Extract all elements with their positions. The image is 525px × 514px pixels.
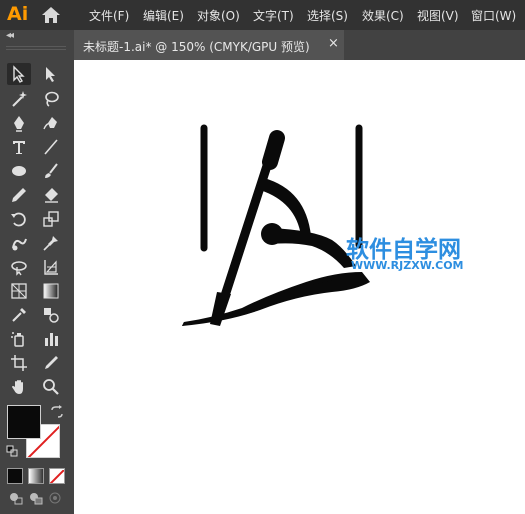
ellipse-tool[interactable] bbox=[7, 160, 31, 182]
eraser-tool-icon bbox=[45, 188, 58, 203]
scale-tool[interactable] bbox=[39, 208, 63, 230]
rotate-tool[interactable] bbox=[7, 208, 31, 230]
menu-file[interactable]: 文件(F) bbox=[89, 7, 129, 24]
app-logo: Ai bbox=[7, 3, 29, 25]
draw-behind-icon[interactable] bbox=[28, 491, 44, 505]
panel-grip[interactable] bbox=[6, 46, 66, 50]
perspective-grid-tool[interactable] bbox=[7, 280, 31, 302]
shape-builder-tool[interactable] bbox=[39, 256, 63, 278]
warp-tool-icon bbox=[12, 238, 27, 251]
paddle-top-shape bbox=[262, 130, 285, 170]
menu-effect[interactable]: 效果(C) bbox=[362, 7, 404, 24]
document-tab-bar: 未标题-1.ai* @ 150% (CMYK/GPU 预览) × bbox=[74, 30, 525, 60]
blend-tool-icon bbox=[44, 308, 59, 323]
collapse-panel-button[interactable]: ◂◂ bbox=[6, 30, 14, 41]
pencil-tool-icon bbox=[12, 188, 26, 202]
slice-tool-icon bbox=[45, 356, 58, 369]
shape-builder-tool-icon bbox=[44, 260, 58, 275]
hand-tool[interactable] bbox=[7, 376, 31, 398]
lasso-tool[interactable] bbox=[39, 88, 63, 110]
type-tool-icon bbox=[13, 141, 25, 154]
blend-tool[interactable] bbox=[39, 304, 63, 326]
gradient-tool[interactable] bbox=[39, 280, 63, 302]
eyedropper-tool[interactable] bbox=[7, 304, 31, 326]
none-mode-button[interactable] bbox=[49, 468, 65, 484]
draw-normal-icon[interactable] bbox=[8, 491, 24, 505]
slice-tool[interactable] bbox=[39, 352, 63, 374]
magic-wand-tool-icon bbox=[12, 91, 27, 107]
zoom-tool[interactable] bbox=[39, 376, 63, 398]
menu-type[interactable]: 文字(T) bbox=[253, 7, 294, 24]
selection-tool[interactable] bbox=[7, 63, 31, 85]
menu-bar: Ai 文件(F) 编辑(E) 对象(O) 文字(T) 选择(S) 效果(C) 视… bbox=[0, 0, 525, 30]
curvature-tool-icon bbox=[43, 117, 57, 130]
menu-view[interactable]: 视图(V) bbox=[417, 7, 459, 24]
fill-swatch[interactable] bbox=[7, 405, 41, 439]
none-slash-icon bbox=[50, 469, 64, 483]
hand-tool-icon bbox=[12, 380, 23, 394]
line-segment-tool[interactable] bbox=[39, 136, 63, 158]
paintbrush-tool-icon bbox=[45, 163, 58, 178]
puppet-warp-tool-icon bbox=[43, 236, 58, 251]
tools-panel: ◂◂ bbox=[0, 30, 74, 514]
free-transform-tool[interactable] bbox=[7, 256, 31, 278]
lasso-tool-icon bbox=[45, 91, 59, 107]
artboard-canvas[interactable]: 软件自学网 WWW.RJZXW.COM bbox=[74, 60, 525, 514]
watermark-url: WWW.RJZXW.COM bbox=[351, 259, 464, 272]
artboard-tool[interactable] bbox=[7, 352, 31, 374]
selection-tool-icon bbox=[13, 65, 25, 83]
curvature-tool[interactable] bbox=[39, 112, 63, 134]
menu-window[interactable]: 窗口(W) bbox=[471, 7, 516, 24]
home-icon[interactable] bbox=[40, 5, 62, 25]
color-mode-button[interactable] bbox=[7, 468, 23, 484]
line-segment-tool-icon bbox=[44, 139, 58, 155]
free-transform-tool-icon bbox=[11, 261, 27, 276]
column-graph-tool-icon bbox=[45, 333, 58, 346]
ellipse-tool-icon bbox=[12, 166, 26, 176]
artboard-tool-icon bbox=[11, 355, 27, 371]
paintbrush-tool[interactable] bbox=[39, 160, 63, 182]
pen-tool[interactable] bbox=[7, 112, 31, 134]
symbol-sprayer-tool[interactable] bbox=[7, 328, 31, 350]
direct-selection-tool[interactable] bbox=[39, 63, 63, 85]
magic-wand-tool[interactable] bbox=[7, 88, 31, 110]
document-tab-title: 未标题-1.ai* @ 150% (CMYK/GPU 预览) bbox=[83, 40, 310, 54]
pencil-tool[interactable] bbox=[7, 184, 31, 206]
gradient-mode-button[interactable] bbox=[28, 468, 44, 484]
swap-fill-stroke-icon[interactable] bbox=[50, 405, 64, 419]
perspective-grid-tool-icon bbox=[11, 283, 27, 299]
eraser-tool[interactable] bbox=[39, 184, 63, 206]
artwork bbox=[182, 124, 370, 326]
close-tab-button[interactable]: × bbox=[328, 36, 339, 51]
document-tab[interactable]: 未标题-1.ai* @ 150% (CMYK/GPU 预览) × bbox=[74, 30, 344, 60]
direct-selection-tool-icon bbox=[46, 67, 55, 82]
puppet-warp-tool[interactable] bbox=[39, 232, 63, 254]
column-graph-tool[interactable] bbox=[39, 328, 63, 350]
gradient-tool-icon bbox=[43, 283, 59, 299]
type-tool[interactable] bbox=[7, 136, 31, 158]
menu-object[interactable]: 对象(O) bbox=[197, 7, 240, 24]
pen-tool-icon bbox=[14, 116, 24, 132]
zoom-tool-icon bbox=[43, 379, 59, 395]
arm-shape bbox=[270, 228, 356, 268]
rotate-tool-icon bbox=[11, 212, 26, 227]
menu-edit[interactable]: 编辑(E) bbox=[143, 7, 184, 24]
symbol-sprayer-tool-icon bbox=[11, 332, 24, 347]
default-colors-icon[interactable] bbox=[6, 445, 18, 457]
eyedropper-tool-icon bbox=[12, 308, 26, 322]
scale-tool-icon bbox=[43, 211, 59, 227]
warp-tool[interactable] bbox=[7, 232, 31, 254]
menu-select[interactable]: 选择(S) bbox=[307, 7, 348, 24]
draw-inside-icon[interactable] bbox=[48, 491, 64, 505]
